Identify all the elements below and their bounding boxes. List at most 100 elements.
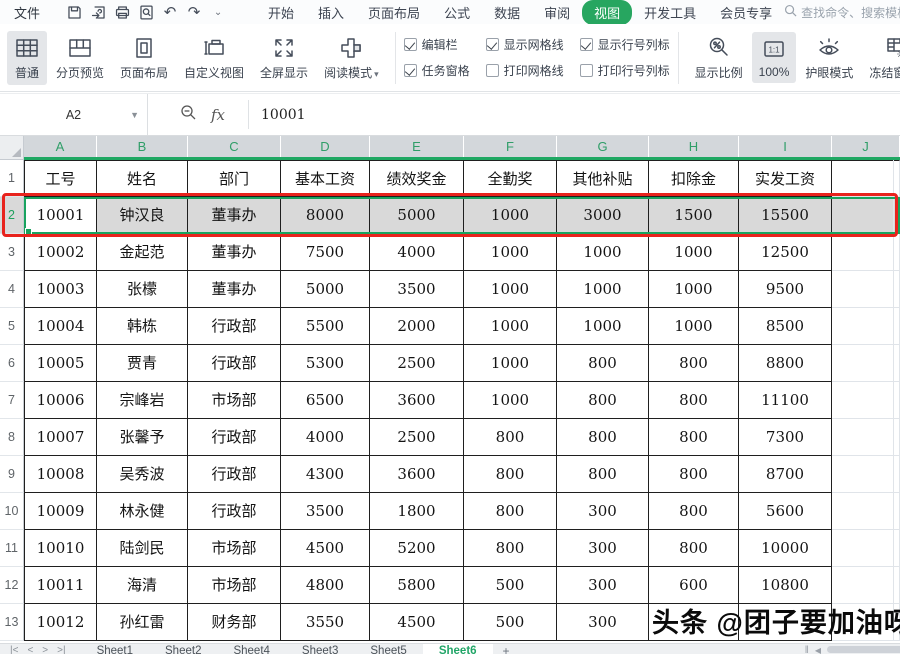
cell-C4[interactable]: 董事办 (188, 271, 281, 308)
cell-D7[interactable]: 6500 (281, 382, 370, 419)
row-header-12[interactable]: 12 (0, 567, 24, 604)
cell-I3[interactable]: 12500 (739, 234, 832, 271)
cell-H11[interactable]: 800 (649, 530, 739, 567)
column-header-g[interactable]: G (557, 136, 649, 157)
cell-B1[interactable]: 姓名 (97, 160, 188, 197)
cell-E2[interactable]: 5000 (370, 197, 464, 234)
column-header-b[interactable]: B (97, 136, 188, 157)
cell-B9[interactable]: 吴秀波 (97, 456, 188, 493)
cell-I4[interactable]: 9500 (739, 271, 832, 308)
cell-E13[interactable]: 4500 (370, 604, 464, 641)
cell-H3[interactable]: 1000 (649, 234, 739, 271)
cell-A6[interactable]: 10005 (24, 345, 97, 382)
hscroll-left-icon[interactable]: ◀ (815, 644, 827, 654)
cell-I8[interactable]: 7300 (739, 419, 832, 456)
fill-handle[interactable] (25, 228, 32, 235)
view-fullscreen-button[interactable]: 全屏显示 (253, 31, 315, 85)
cell-J6[interactable] (832, 345, 900, 382)
cell-E12[interactable]: 5800 (370, 567, 464, 604)
cell-I11[interactable]: 10000 (739, 530, 832, 567)
cell-E8[interactable]: 2500 (370, 419, 464, 456)
cell-D5[interactable]: 5500 (281, 308, 370, 345)
checkbox-print-headings[interactable]: 打印行号列标 (580, 61, 670, 81)
cell-D2[interactable]: 8000 (281, 197, 370, 234)
cell-D12[interactable]: 4800 (281, 567, 370, 604)
cell-D1[interactable]: 基本工资 (281, 160, 370, 197)
cell-H1[interactable]: 扣除金 (649, 160, 739, 197)
cell-G4[interactable]: 1000 (557, 271, 649, 308)
cell-B11[interactable]: 陆剑民 (97, 530, 188, 567)
cell-B3[interactable]: 金起范 (97, 234, 188, 271)
cell-G11[interactable]: 300 (557, 530, 649, 567)
name-box[interactable]: A2 ▼ (0, 94, 148, 135)
tab-sheet5[interactable]: Sheet5 (354, 644, 422, 654)
row-header-8[interactable]: 8 (0, 419, 24, 456)
cell-J7[interactable] (832, 382, 900, 419)
horizontal-scrollbar[interactable] (827, 646, 900, 653)
checkbox-task-pane[interactable]: 任务窗格 (404, 61, 470, 81)
cell-A5[interactable]: 10004 (24, 308, 97, 345)
cell-B6[interactable]: 贾青 (97, 345, 188, 382)
cell-D6[interactable]: 5300 (281, 345, 370, 382)
cell-A2[interactable]: 10001 (24, 197, 97, 234)
zoom-formula-icon[interactable] (180, 104, 197, 126)
column-header-f[interactable]: F (464, 136, 557, 157)
cell-B10[interactable]: 林永健 (97, 493, 188, 530)
name-box-dropdown-icon[interactable]: ▼ (130, 110, 139, 120)
cell-D8[interactable]: 4000 (281, 419, 370, 456)
cell-F2[interactable]: 1000 (464, 197, 557, 234)
cell-G3[interactable]: 1000 (557, 234, 649, 271)
first-sheet-icon[interactable]: |< (10, 645, 18, 654)
toolbar-more-icon[interactable]: ⌄ (206, 2, 230, 22)
column-header-a[interactable]: A (24, 136, 97, 157)
tab-review[interactable]: 审阅 (532, 1, 582, 24)
cell-C7[interactable]: 市场部 (188, 382, 281, 419)
row-header-9[interactable]: 9 (0, 456, 24, 493)
checkbox-icon[interactable] (404, 38, 417, 51)
cell-F7[interactable]: 1000 (464, 382, 557, 419)
cell-C10[interactable]: 行政部 (188, 493, 281, 530)
cell-G2[interactable]: 3000 (557, 197, 649, 234)
redo-icon[interactable]: ↷ (182, 2, 206, 22)
cell-F12[interactable]: 500 (464, 567, 557, 604)
checkbox-show-headings[interactable]: 显示行号列标 (580, 35, 670, 55)
print-preview-icon[interactable] (134, 2, 158, 22)
cell-G8[interactable]: 800 (557, 419, 649, 456)
cell-H7[interactable]: 800 (649, 382, 739, 419)
cell-J1[interactable] (832, 160, 900, 197)
cell-C8[interactable]: 行政部 (188, 419, 281, 456)
cell-C5[interactable]: 行政部 (188, 308, 281, 345)
cell-J9[interactable] (832, 456, 900, 493)
tab-sheet1[interactable]: Sheet1 (81, 644, 149, 654)
cell-F6[interactable]: 1000 (464, 345, 557, 382)
cell-I5[interactable]: 8500 (739, 308, 832, 345)
tab-view[interactable]: 视图 (582, 0, 632, 24)
cell-I7[interactable]: 11100 (739, 382, 832, 419)
cell-C6[interactable]: 行政部 (188, 345, 281, 382)
cell-H12[interactable]: 600 (649, 567, 739, 604)
row-header-10[interactable]: 10 (0, 493, 24, 530)
checkbox-icon[interactable] (580, 64, 593, 77)
cell-D10[interactable]: 3500 (281, 493, 370, 530)
checkbox-print-gridlines[interactable]: 打印网格线 (486, 61, 564, 81)
next-sheet-icon[interactable]: > (42, 645, 48, 654)
cell-A12[interactable]: 10011 (24, 567, 97, 604)
formula-input[interactable]: 10001 (248, 100, 900, 129)
cell-E4[interactable]: 3500 (370, 271, 464, 308)
row-header-13[interactable]: 13 (0, 604, 24, 641)
cell-A1[interactable]: 工号 (24, 160, 97, 197)
zoom-100-button[interactable]: 1:1100% (752, 32, 797, 83)
row-header-5[interactable]: 5 (0, 308, 24, 345)
cell-B13[interactable]: 孙红雷 (97, 604, 188, 641)
cell-I6[interactable]: 8800 (739, 345, 832, 382)
cell-D13[interactable]: 3550 (281, 604, 370, 641)
cell-G7[interactable]: 800 (557, 382, 649, 419)
row-header-7[interactable]: 7 (0, 382, 24, 419)
checkbox-show-gridlines[interactable]: 显示网格线 (486, 35, 564, 55)
cell-J4[interactable] (832, 271, 900, 308)
tab-home[interactable]: 开始 (256, 1, 306, 24)
cell-A8[interactable]: 10007 (24, 419, 97, 456)
cell-B7[interactable]: 宗峰岩 (97, 382, 188, 419)
undo-icon[interactable]: ↶ (158, 2, 182, 22)
cell-C12[interactable]: 市场部 (188, 567, 281, 604)
